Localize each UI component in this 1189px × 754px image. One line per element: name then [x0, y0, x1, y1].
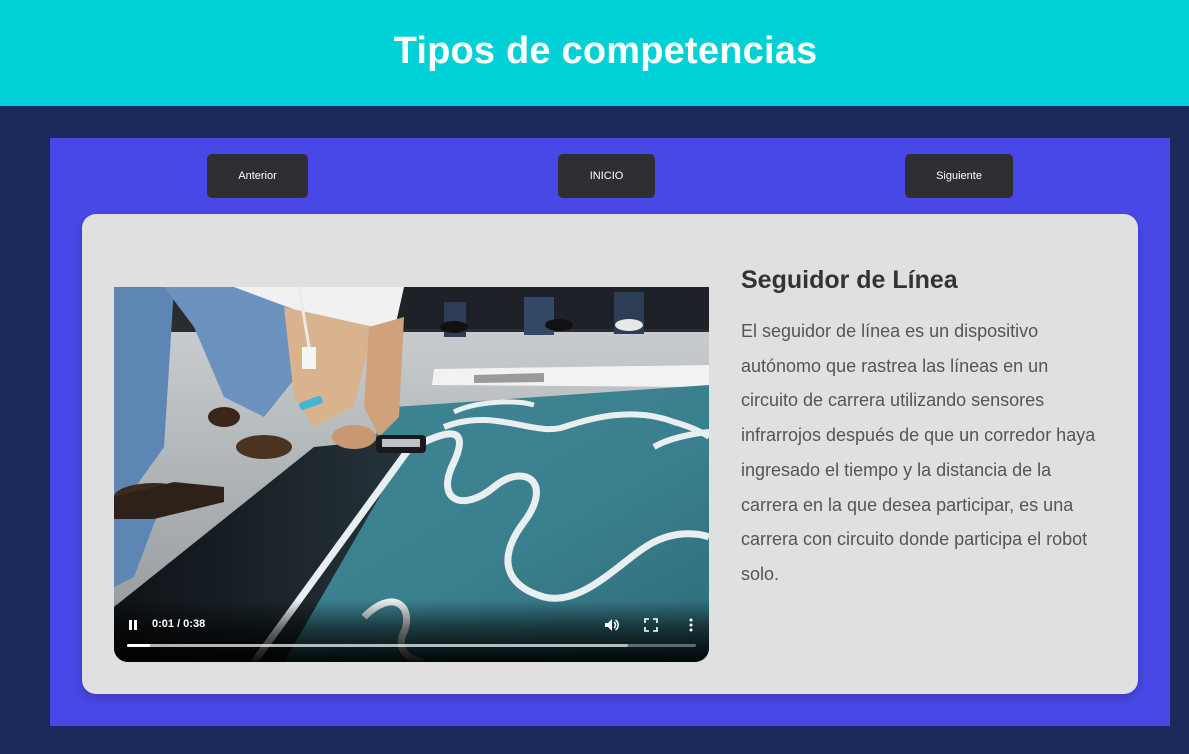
- page-header: Tipos de competencias: [0, 0, 1189, 106]
- previous-button[interactable]: Anterior: [207, 154, 308, 198]
- video-buffered-bar: [127, 644, 628, 647]
- video-time-display: 0:01 / 0:38: [152, 618, 206, 630]
- card-title: Seguidor de Línea: [741, 266, 958, 294]
- volume-icon[interactable]: [604, 617, 620, 633]
- more-vertical-icon[interactable]: [684, 618, 698, 632]
- home-button[interactable]: INICIO: [558, 154, 655, 198]
- main-panel: Anterior INICIO Siguiente 0:01 / 0:38 Se…: [50, 138, 1170, 726]
- pause-icon[interactable]: [126, 618, 140, 632]
- next-button[interactable]: Siguiente: [905, 154, 1013, 198]
- video-progress-bar[interactable]: [127, 644, 696, 647]
- card-description: El seguidor de línea es un dispositivo a…: [741, 321, 1096, 584]
- page-title: Tipos de competencias: [393, 29, 818, 72]
- fullscreen-icon[interactable]: [644, 618, 658, 632]
- competition-card: 0:01 / 0:38 Seguidor de Línea El seguido…: [82, 214, 1138, 694]
- video-controls: 0:01 / 0:38: [114, 600, 709, 662]
- video-player[interactable]: 0:01 / 0:38: [114, 287, 709, 662]
- video-played-bar: [127, 644, 150, 647]
